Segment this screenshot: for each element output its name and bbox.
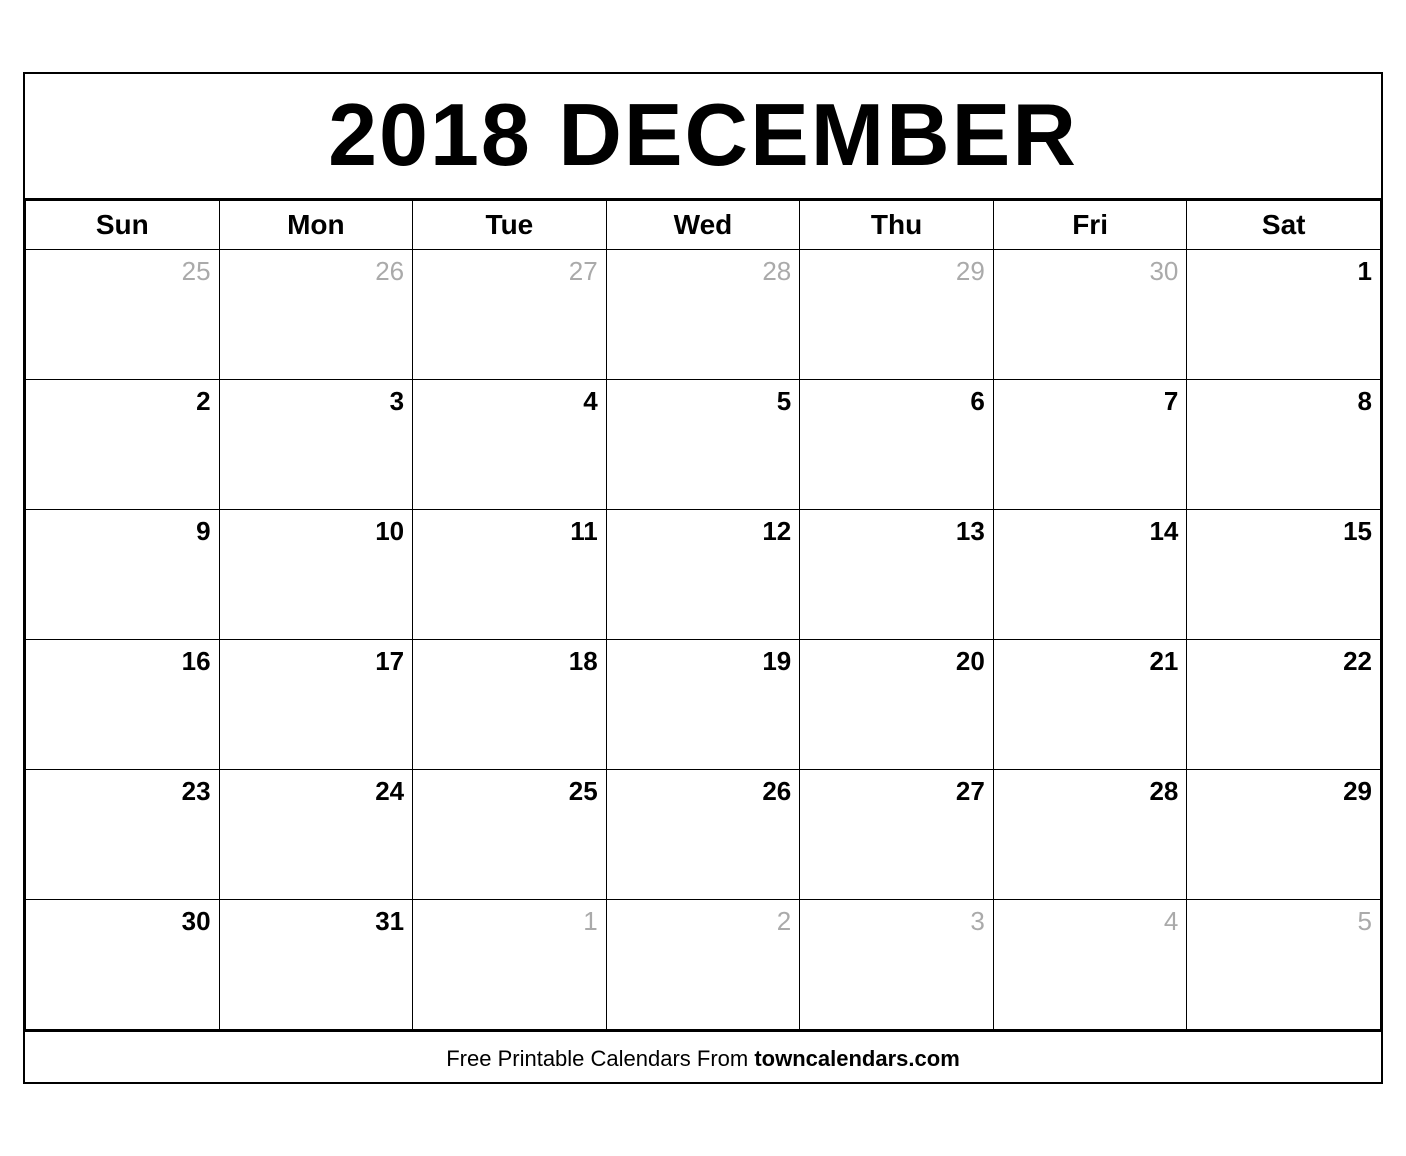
footer-text-bold: towncalendars.com [754, 1046, 959, 1071]
calendar-day: 27 [800, 770, 994, 900]
calendar-day: 6 [800, 380, 994, 510]
calendar-day: 26 [219, 250, 413, 380]
calendar-day: 18 [413, 640, 607, 770]
calendar-day: 16 [26, 640, 220, 770]
calendar-day: 24 [219, 770, 413, 900]
calendar-day: 25 [26, 250, 220, 380]
calendar-day: 4 [993, 900, 1187, 1030]
calendar-day: 17 [219, 640, 413, 770]
day-headers-row: SunMonTueWedThuFriSat [26, 201, 1381, 250]
calendar-day: 1 [1187, 250, 1381, 380]
week-row-5: 303112345 [26, 900, 1381, 1030]
calendar-day: 10 [219, 510, 413, 640]
calendar-day: 25 [413, 770, 607, 900]
day-header-mon: Mon [219, 201, 413, 250]
footer-text-normal: Free Printable Calendars From [446, 1046, 754, 1071]
calendar-day: 30 [26, 900, 220, 1030]
day-header-thu: Thu [800, 201, 994, 250]
calendar-day: 21 [993, 640, 1187, 770]
calendar-day: 19 [606, 640, 800, 770]
day-header-sun: Sun [26, 201, 220, 250]
calendar-day: 29 [1187, 770, 1381, 900]
footer: Free Printable Calendars From towncalend… [25, 1030, 1381, 1082]
calendar-title: 2018 DECEMBER [25, 74, 1381, 200]
calendar-day: 14 [993, 510, 1187, 640]
day-header-wed: Wed [606, 201, 800, 250]
week-row-0: 2526272829301 [26, 250, 1381, 380]
calendar-day: 12 [606, 510, 800, 640]
calendar-day: 28 [993, 770, 1187, 900]
calendar-day: 3 [800, 900, 994, 1030]
calendar-day: 11 [413, 510, 607, 640]
calendar-day: 26 [606, 770, 800, 900]
day-header-sat: Sat [1187, 201, 1381, 250]
calendar-day: 3 [219, 380, 413, 510]
calendar-day: 2 [26, 380, 220, 510]
calendar-day: 20 [800, 640, 994, 770]
calendar-day: 2 [606, 900, 800, 1030]
calendar-day: 23 [26, 770, 220, 900]
calendar-grid: SunMonTueWedThuFriSat 252627282930123456… [25, 200, 1381, 1030]
calendar-day: 28 [606, 250, 800, 380]
calendar-day: 15 [1187, 510, 1381, 640]
week-row-4: 23242526272829 [26, 770, 1381, 900]
week-row-2: 9101112131415 [26, 510, 1381, 640]
calendar-day: 5 [606, 380, 800, 510]
calendar-day: 27 [413, 250, 607, 380]
calendar-day: 8 [1187, 380, 1381, 510]
calendar-day: 22 [1187, 640, 1381, 770]
calendar-day: 29 [800, 250, 994, 380]
calendar-day: 13 [800, 510, 994, 640]
calendar-container: 2018 DECEMBER SunMonTueWedThuFriSat 2526… [23, 72, 1383, 1084]
week-row-1: 2345678 [26, 380, 1381, 510]
calendar-day: 1 [413, 900, 607, 1030]
calendar-day: 7 [993, 380, 1187, 510]
day-header-tue: Tue [413, 201, 607, 250]
calendar-day: 9 [26, 510, 220, 640]
calendar-day: 31 [219, 900, 413, 1030]
calendar-day: 4 [413, 380, 607, 510]
day-header-fri: Fri [993, 201, 1187, 250]
calendar-month: DECEMBER [558, 85, 1078, 184]
calendar-day: 30 [993, 250, 1187, 380]
week-row-3: 16171819202122 [26, 640, 1381, 770]
calendar-day: 5 [1187, 900, 1381, 1030]
calendar-year: 2018 [328, 85, 532, 184]
